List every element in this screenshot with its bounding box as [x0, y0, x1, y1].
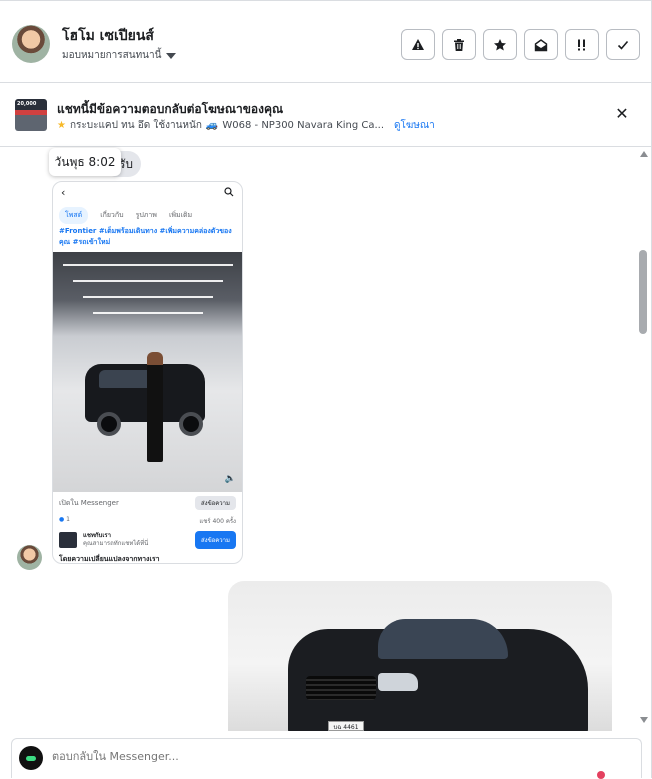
- ceiling-light: [63, 264, 233, 266]
- truncated-caption: โดยความเปลี่ยนแปลงจากทางเรา: [59, 555, 160, 563]
- ad-subtitle-text: กระบะแคป ทน อึด ใช้งานหนัก: [69, 120, 202, 131]
- star-button[interactable]: [483, 29, 517, 60]
- report-spam-button[interactable]: [401, 29, 435, 60]
- open-in-messenger-text: เปิดใน Messenger: [59, 498, 119, 507]
- contact-avatar[interactable]: [12, 25, 50, 63]
- truck-headlight: [378, 673, 418, 691]
- star-icon: [494, 38, 506, 50]
- screenshot-tab: รูปภาพ: [135, 210, 157, 219]
- screenshot-tab: เกี่ยวกับ: [100, 210, 124, 219]
- scroll-down-arrow[interactable]: [640, 717, 648, 723]
- assign-conversation-dropdown[interactable]: มอบหมายการสนทนานี้: [62, 48, 177, 63]
- car-icon: 🚙: [205, 120, 219, 131]
- like-icon: ●: [59, 516, 65, 523]
- delete-button[interactable]: [442, 29, 476, 60]
- truck-window: [378, 619, 508, 659]
- send-message-chip: ส่งข้อความ: [194, 496, 236, 510]
- person: [147, 352, 163, 462]
- ceiling-light: [83, 296, 213, 298]
- share-count: แชร์ 400 ครั้ง: [199, 518, 236, 525]
- assign-label: มอบหมายการสนทนานี้: [62, 50, 162, 61]
- screenshot-tab: โพสต์: [59, 206, 89, 224]
- chat-panel: โฮโม เซเปียนส์ มอบหมายการสนทนานี้ 20,000…: [0, 0, 652, 779]
- wheel: [97, 412, 121, 436]
- wheel: [179, 412, 203, 436]
- screenshot-tab: เพิ่มเติม: [168, 210, 193, 219]
- scroll-up-arrow[interactable]: [640, 151, 648, 157]
- ad-banner-title: แชทนี้มีข้อความตอบกลับต่อโฆษณาของคุณ: [57, 102, 284, 116]
- ad-banner-subtitle: ★ กระบะแคป ทน อึด ใช้งานหนัก 🚙 W068 - NP…: [57, 118, 435, 133]
- truck-photo-message[interactable]: บฉ 4461: [228, 581, 612, 731]
- page-subtitle: คุณสามารถทักแชทได้ที่นี่: [83, 540, 149, 547]
- truck-grille: [306, 676, 376, 700]
- view-ad-link[interactable]: ดูโฆษณา: [394, 118, 435, 133]
- ad-thumbnail[interactable]: 20,000: [15, 99, 47, 131]
- sender-avatar[interactable]: [17, 545, 42, 570]
- page-thumbnail: [59, 532, 77, 548]
- ad-thumb-label: 20,000: [17, 101, 37, 107]
- conversation-header: โฮโม เซเปียนส์ มอบหมายการสนทนานี้: [0, 0, 651, 83]
- screenshot-page-row: แชทกับเรา คุณสามารถทักแชทได้ที่นี่ ส่งข้…: [53, 528, 242, 552]
- page-avatar-icon: [19, 746, 43, 770]
- page-name: แชทกับเรา: [83, 532, 111, 539]
- warning-icon: [412, 38, 424, 50]
- mark-done-button[interactable]: [606, 29, 640, 60]
- ad-code: W068 - NP300 Navara King Ca...: [222, 120, 385, 131]
- truck-showroom-photo: 🔈: [53, 252, 242, 492]
- screenshot-tabs: โพสต์ เกี่ยวกับ รูปภาพ เพิ่มเติม: [53, 202, 242, 224]
- screenshot-reactions: ● 1 แชร์ 400 ครั้ง: [53, 514, 242, 528]
- scrollbar-thumb[interactable]: [639, 250, 647, 334]
- screenshot-topbar: ‹: [53, 182, 242, 202]
- check-icon: [617, 40, 629, 50]
- close-banner-icon[interactable]: ✕: [614, 106, 630, 122]
- contact-name[interactable]: โฮโม เซเปียนส์: [62, 25, 154, 47]
- caret-down-icon: [166, 52, 177, 59]
- reply-input[interactable]: [52, 750, 552, 763]
- screenshot-footer: เปิดใน Messenger ส่งข้อความ: [53, 492, 242, 514]
- trash-icon: [454, 38, 464, 51]
- timestamp-tooltip: วันพุธ 8:02: [49, 148, 121, 176]
- mark-unread-button[interactable]: [524, 29, 558, 60]
- header-actions: [401, 29, 640, 60]
- like-count: ● 1: [59, 516, 70, 523]
- back-arrow-icon: ‹: [61, 185, 66, 199]
- screenshot-hashtags: #Frontier #เต็มพร้อมเดินทาง #เพิ่มความคล…: [59, 227, 232, 246]
- search-icon: [224, 187, 234, 197]
- star-icon: ★: [57, 120, 66, 131]
- open-envelope-icon: [534, 38, 548, 51]
- follow-up-icon: [578, 39, 585, 50]
- license-plate: บฉ 4461: [328, 721, 364, 731]
- follow-up-button[interactable]: [565, 29, 599, 60]
- ceiling-light: [93, 312, 203, 314]
- shared-post-screenshot[interactable]: ‹ โพสต์ เกี่ยวกับ รูปภาพ เพิ่มเติม #Fron…: [52, 181, 243, 564]
- screenshot-message-button: ส่งข้อความ: [194, 531, 236, 549]
- volume-icon: 🔈: [224, 474, 236, 484]
- message-text: รับ: [118, 156, 133, 171]
- ceiling-light: [73, 280, 223, 282]
